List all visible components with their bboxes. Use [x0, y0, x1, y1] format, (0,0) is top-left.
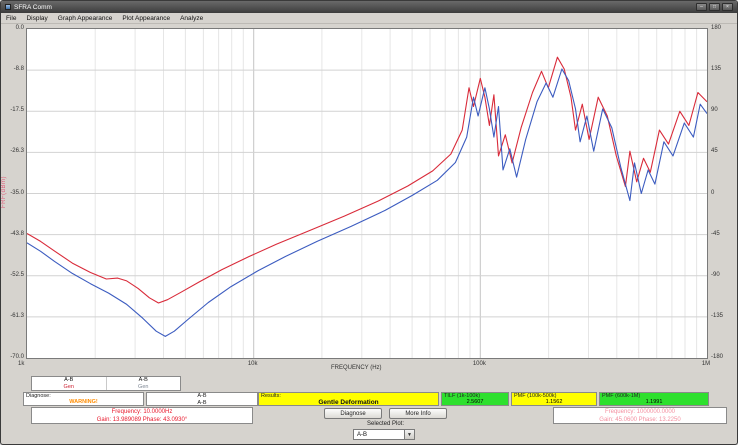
compared-plots-cell: A-B A-B — [146, 392, 258, 406]
plot-area[interactable] — [26, 28, 708, 359]
y-right-tick: -135 — [711, 313, 723, 319]
close-button[interactable]: × — [722, 3, 733, 11]
cursor-readout-left: Frequency: 10.0000Hz Gain: 13.989089 Pha… — [31, 407, 253, 424]
readout-frequency: Frequency: 1000000.0000 — [605, 409, 675, 415]
title-bar[interactable]: SFRA Comm – □ × — [1, 1, 737, 13]
more-info-button[interactable]: More Info — [389, 408, 447, 419]
x-tick: 10k — [245, 361, 261, 367]
x-tick: 1k — [18, 361, 34, 367]
plot-region: 0.0-8.8-17.5-26.3-35.0-43.8-52.5-61.3-70… — [1, 24, 738, 374]
frequency-response-chart — [27, 29, 707, 358]
menu-analyze[interactable]: Analyze — [180, 15, 203, 22]
legend-source-name: Gen — [138, 384, 148, 390]
y-right-tick: -90 — [711, 272, 720, 278]
warning-text: WARNING! — [24, 399, 143, 406]
y-left-tick: -17.5 — [1, 107, 24, 113]
legend-cell-blue-trace[interactable]: A-B Gen — [107, 377, 181, 390]
y-left-tick: -61.3 — [1, 313, 24, 319]
y-left-tick: -8.8 — [1, 66, 24, 72]
x-axis-title: FREQUENCY (Hz) — [331, 365, 382, 371]
y-right-tick: 45 — [711, 148, 718, 154]
app-icon — [5, 4, 11, 10]
y-right-tick: 90 — [711, 107, 718, 113]
legend-cell-red-trace[interactable]: A-B Gen — [32, 377, 107, 390]
legend-plot-name: A-B — [64, 377, 73, 383]
trace-legend: A-B Gen A-B Gen — [31, 376, 181, 391]
menu-graph-appearance[interactable]: Graph Appearance — [58, 15, 113, 22]
metric-value: 2.5607 — [442, 399, 508, 406]
maximize-button[interactable]: □ — [709, 3, 720, 11]
bottom-panel: A-B Gen A-B Gen Diagnose: WARNING! A-B A… — [1, 375, 738, 445]
y-left-tick: -26.3 — [1, 148, 24, 154]
y-right-tick: -180 — [711, 354, 723, 360]
results-cell: Results: Gentle Deformation — [258, 392, 439, 406]
y-axis-title: FRF(dBm) — [1, 176, 7, 208]
menu-file[interactable]: File — [6, 15, 16, 22]
menu-plot-appearance[interactable]: Plot Appearance — [122, 15, 170, 22]
readout-gain-phase: Gain: 13.989089 Phase: 43.0930° — [97, 417, 187, 423]
y-right-tick: 180 — [711, 25, 721, 31]
plot-pair-label: A-B — [147, 400, 257, 407]
menu-display[interactable]: Display — [26, 15, 47, 22]
legend-source-name: Gen — [64, 384, 74, 390]
y-left-tick: 0.0 — [1, 25, 24, 31]
results-value: Gentle Deformation — [259, 399, 438, 406]
selected-plot-label: Selected Plot: — [324, 421, 447, 427]
readout-frequency: Frequency: 10.0000Hz — [112, 409, 173, 415]
metric-pmf-high-cell: PMF (600k-1M) 1.1991 — [599, 392, 709, 406]
diagnose-button[interactable]: Diagnose — [324, 408, 382, 419]
readout-gain-phase: Gain: 45.0600 Phase: 13.2250 — [599, 417, 680, 423]
metric-pmf-mid-cell: PMF (100k-500k) 1.1562 — [511, 392, 597, 406]
app-window: SFRA Comm – □ × File Display Graph Appea… — [0, 0, 738, 445]
diagnose-status-cell: Diagnose: WARNING! — [23, 392, 144, 406]
cursor-readout-right: Frequency: 1000000.0000 Gain: 45.0600 Ph… — [553, 407, 727, 424]
y-right-tick: -45 — [711, 231, 720, 237]
x-tick: 1M — [698, 361, 714, 367]
y-right-tick: 135 — [711, 66, 721, 72]
y-left-tick: -43.8 — [1, 231, 24, 237]
minimize-button[interactable]: – — [696, 3, 707, 11]
x-tick: 100k — [471, 361, 487, 367]
window-title: SFRA Comm — [14, 4, 52, 11]
selected-plot-value: A-B — [354, 432, 404, 438]
metric-tilf-cell: TILF (1k-100k) 2.5607 — [441, 392, 509, 406]
y-left-tick: -70.0 — [1, 354, 24, 360]
y-left-tick: -52.5 — [1, 272, 24, 278]
chevron-down-icon[interactable]: ▼ — [404, 430, 414, 439]
y-right-tick: 0 — [711, 190, 714, 196]
metric-value: 1.1991 — [600, 399, 708, 406]
legend-plot-name: A-B — [139, 377, 148, 383]
menu-bar: File Display Graph Appearance Plot Appea… — [1, 13, 737, 24]
selected-plot-dropdown[interactable]: A-B ▼ — [353, 429, 415, 440]
metric-value: 1.1562 — [512, 399, 596, 406]
